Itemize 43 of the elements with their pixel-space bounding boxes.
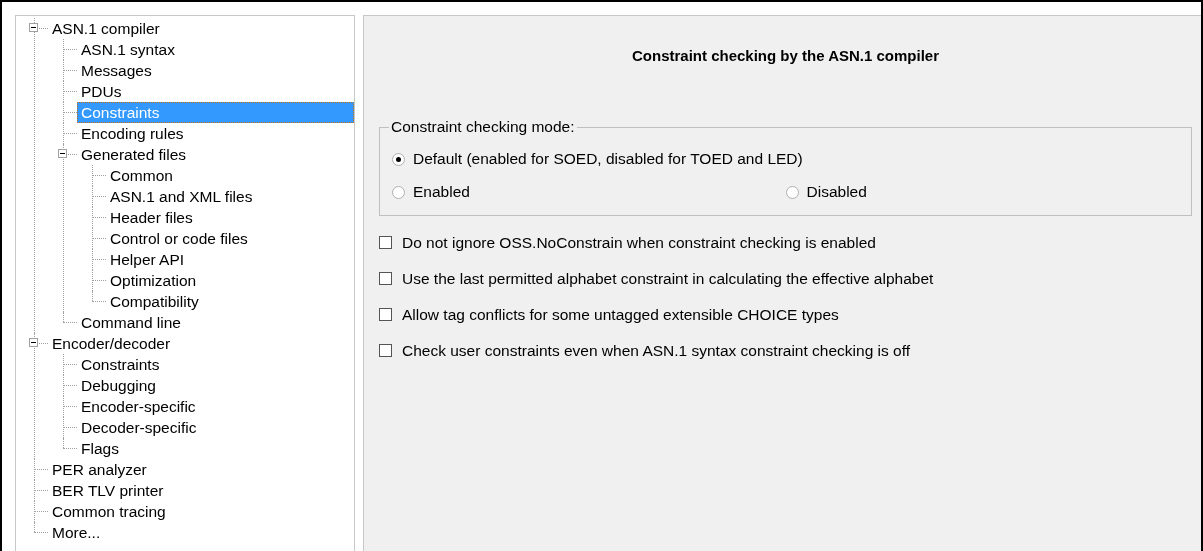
- group-legend: Constraint checking mode:: [389, 118, 577, 136]
- checkbox-option[interactable]: Do not ignore OSS.NoConstrain when constraint checking is enabled: [379, 232, 1192, 253]
- tree-item[interactable]: Generated files: [77, 144, 354, 165]
- tree-item[interactable]: Header files: [106, 207, 354, 228]
- tree-item[interactable]: Encoder-specific: [77, 396, 354, 417]
- tree-item[interactable]: Encoding rules: [77, 123, 354, 144]
- collapse-icon[interactable]: [58, 149, 67, 158]
- radio-option[interactable]: Default (enabled for SOED, disabled for TOED and LED): [392, 150, 1179, 168]
- checkbox[interactable]: [379, 236, 392, 249]
- radio-icon[interactable]: [785, 185, 799, 199]
- checkbox[interactable]: [379, 272, 392, 285]
- tree-item[interactable]: BER TLV printer: [48, 480, 354, 501]
- checkbox-option[interactable]: Use the last permitted alphabet constraint in calculating the effective alphabet: [379, 268, 1192, 289]
- checkbox[interactable]: [379, 344, 392, 357]
- tree-item[interactable]: Common: [106, 165, 354, 186]
- checkbox-option[interactable]: Allow tag conflicts for some untagged extensible CHOICE types: [379, 304, 1192, 325]
- tree-item[interactable]: Compatibility: [106, 291, 354, 312]
- radio-option[interactable]: Enabled: [392, 183, 786, 201]
- tree-item[interactable]: Encoder/decoder: [48, 333, 354, 354]
- tree-item[interactable]: Debugging: [77, 375, 354, 396]
- collapse-icon[interactable]: [29, 338, 38, 347]
- checkbox-option[interactable]: Check user constraints even when ASN.1 syntax constraint checking is off: [379, 340, 1192, 361]
- checkbox[interactable]: [379, 308, 392, 321]
- tree-item[interactable]: Messages: [77, 60, 354, 81]
- radio-option[interactable]: Disabled: [785, 183, 1179, 201]
- tree-item[interactable]: Optimization: [106, 270, 354, 291]
- tree-item[interactable]: ASN.1 syntax: [77, 39, 354, 60]
- tree-item[interactable]: ASN.1 compiler: [48, 18, 354, 39]
- tree-item[interactable]: Control or code files: [106, 228, 354, 249]
- tree-item[interactable]: Command line: [77, 312, 354, 333]
- tree-item[interactable]: Decoder-specific: [77, 417, 354, 438]
- radio-icon[interactable]: [392, 185, 405, 199]
- panel-title: Constraint checking by the ASN.1 compiler: [631, 47, 940, 64]
- tree-item[interactable]: More...: [48, 522, 354, 543]
- tree-item[interactable]: PER analyzer: [48, 459, 354, 480]
- tree-item[interactable]: PDUs: [77, 81, 354, 102]
- radio-icon[interactable]: [392, 152, 405, 166]
- tree-item[interactable]: Flags: [77, 438, 354, 459]
- tree-item[interactable]: Common tracing: [48, 501, 354, 522]
- tree-item[interactable]: ASN.1 and XML files: [106, 186, 354, 207]
- tree-item[interactable]: Helper API: [106, 249, 354, 270]
- collapse-icon[interactable]: [29, 23, 38, 32]
- tree-item[interactable]: Constraints: [77, 354, 354, 375]
